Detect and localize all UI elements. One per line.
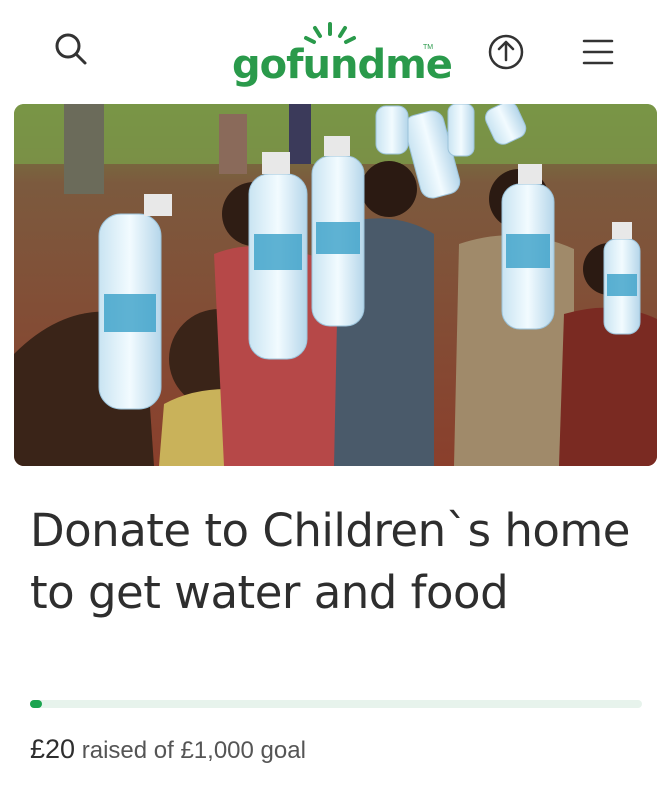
campaign-title: Donate to Children`s home to get water a… [30, 504, 630, 619]
raised-goal-text: raised of £1,000 goal [81, 737, 306, 764]
raised-amount: £20 [30, 734, 76, 764]
campaign-hero-image[interactable] [14, 104, 657, 466]
menu-icon[interactable] [574, 28, 622, 76]
logo-text: gofundme [232, 42, 453, 88]
progress-bar [30, 700, 642, 708]
raised-summary: £20 raised of £1,000 goal [30, 734, 306, 765]
search-icon[interactable] [48, 26, 96, 74]
gofundme-logo[interactable]: gofundme TM [232, 18, 453, 88]
top-header: gofundme TM [0, 0, 671, 100]
progress-fill [30, 700, 43, 708]
trademark-mark: TM [423, 44, 434, 51]
share-icon[interactable] [482, 28, 530, 76]
